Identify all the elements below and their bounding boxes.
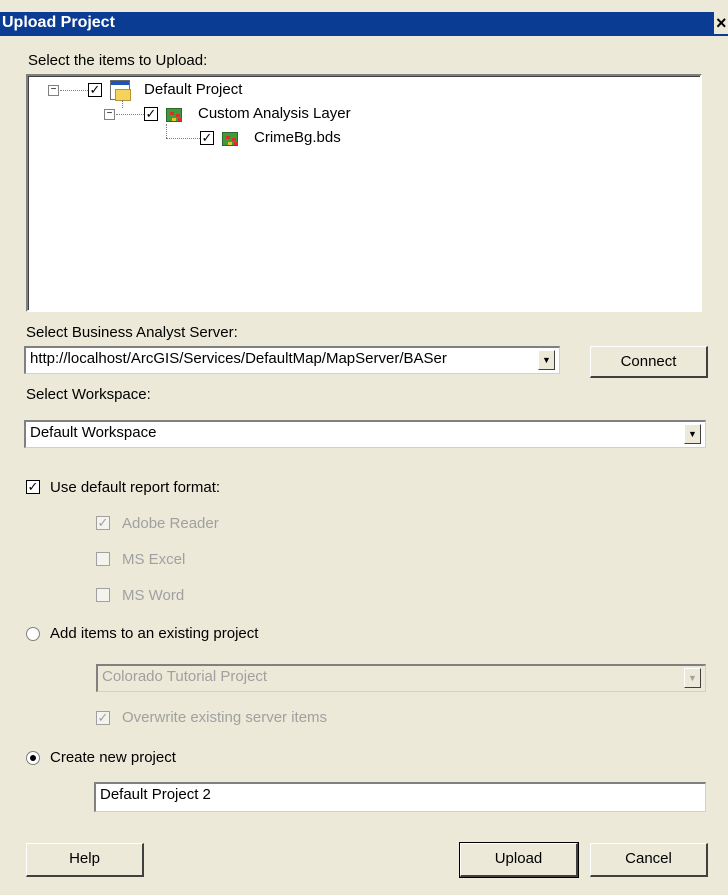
chevron-down-icon[interactable]: ▼ — [538, 350, 555, 370]
ms-word-label: MS Word — [122, 587, 185, 604]
cancel-button[interactable]: Cancel — [590, 843, 708, 877]
ms-excel-label: MS Excel — [122, 551, 186, 568]
server-select[interactable]: http://localhost/ArcGIS/Services/Default… — [24, 346, 560, 374]
project-icon — [110, 80, 131, 101]
chevron-down-icon[interactable]: ▼ — [684, 424, 701, 444]
tree-node-label[interactable]: Custom Analysis Layer — [198, 105, 351, 122]
checkbox-custom-analysis-layer[interactable]: ✓ — [144, 107, 158, 121]
layer-icon — [166, 108, 182, 122]
adobe-reader-checkbox: ✓ — [96, 515, 110, 530]
chevron-down-icon: ▼ — [684, 668, 701, 688]
existing-project-radio[interactable] — [26, 627, 40, 641]
workspace-label: Select Workspace: — [26, 386, 151, 403]
connect-button[interactable]: Connect — [590, 346, 708, 378]
new-project-name-input[interactable]: Default Project 2 — [94, 782, 706, 812]
ms-word-checkbox — [96, 588, 110, 602]
overwrite-label: Overwrite existing server items — [122, 709, 328, 726]
server-label: Select Business Analyst Server: — [26, 324, 238, 341]
layer-icon — [222, 132, 238, 146]
upload-button[interactable]: Upload — [459, 842, 579, 878]
adobe-reader-label: Adobe Reader — [122, 515, 219, 532]
tree-node-label[interactable]: Default Project — [144, 81, 242, 98]
upload-items-tree[interactable]: − ✓ Default Project − ✓ Custom Analysis … — [26, 74, 702, 312]
default-report-format-label[interactable]: Use default report format: — [50, 479, 220, 496]
checkbox-default-project[interactable]: ✓ — [88, 83, 102, 97]
existing-project-value: Colorado Tutorial Project — [102, 668, 268, 685]
workspace-value: Default Workspace — [30, 424, 157, 441]
new-project-label[interactable]: Create new project — [50, 749, 176, 766]
workspace-select[interactable]: Default Workspace — [24, 420, 706, 448]
ms-excel-checkbox — [96, 552, 110, 566]
tree-node-label[interactable]: CrimeBg.bds — [254, 129, 341, 146]
existing-project-select: Colorado Tutorial Project — [96, 664, 706, 692]
overwrite-checkbox: ✓ — [96, 710, 110, 725]
existing-project-label[interactable]: Add items to an existing project — [50, 625, 258, 642]
new-project-name-value: Default Project 2 — [100, 786, 211, 803]
checkbox-crimebg[interactable]: ✓ — [200, 131, 214, 145]
title-bar: Upload Project × — [0, 12, 728, 36]
help-button[interactable]: Help — [26, 843, 144, 877]
tree-label: Select the items to Upload: — [28, 52, 208, 69]
new-project-radio[interactable] — [26, 751, 40, 765]
default-report-format-checkbox[interactable]: ✓ — [26, 480, 40, 494]
collapse-icon[interactable]: − — [104, 109, 115, 120]
close-icon[interactable]: × — [714, 12, 728, 34]
server-value: http://localhost/ArcGIS/Services/Default… — [30, 350, 447, 367]
collapse-icon[interactable]: − — [48, 85, 59, 96]
window-title: Upload Project — [2, 14, 115, 31]
